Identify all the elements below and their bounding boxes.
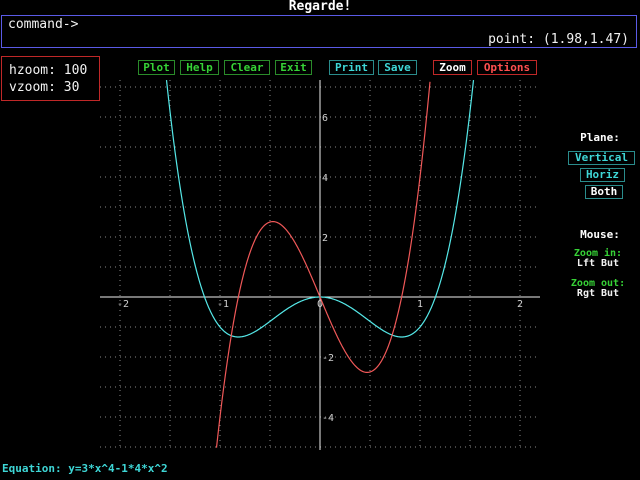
x-tick-label: -2 [117, 299, 129, 310]
plane-horiz-button[interactable]: Horiz [580, 168, 625, 182]
x-tick-label: -1 [217, 299, 229, 310]
plane-heading: Plane: [580, 131, 620, 144]
axes [100, 80, 540, 450]
plane-vertical-button[interactable]: Vertical [568, 151, 635, 165]
plot-area[interactable]: -2 -1 0 1 2642-2-4 [0, 0, 640, 480]
equation-text: Equation: y=3*x^4-1*4*x^2 [2, 462, 168, 475]
zoom-out-button-label: Rgt But [576, 288, 620, 299]
x-tick-label: 1 [417, 299, 423, 310]
derivative-curve [215, 81, 431, 448]
y-tick-label: 2 [322, 233, 328, 244]
y-tick-label: 6 [322, 113, 328, 124]
x-tick-label: 2 [517, 299, 523, 310]
y-tick-label: 4 [322, 173, 328, 184]
mouse-heading: Mouse: [580, 228, 620, 241]
y-tick-label: -4 [322, 413, 334, 424]
zoom-in-button-label: Lft But [576, 258, 620, 269]
y-tick-label: -2 [322, 353, 334, 364]
plane-both-button[interactable]: Both [585, 185, 623, 199]
